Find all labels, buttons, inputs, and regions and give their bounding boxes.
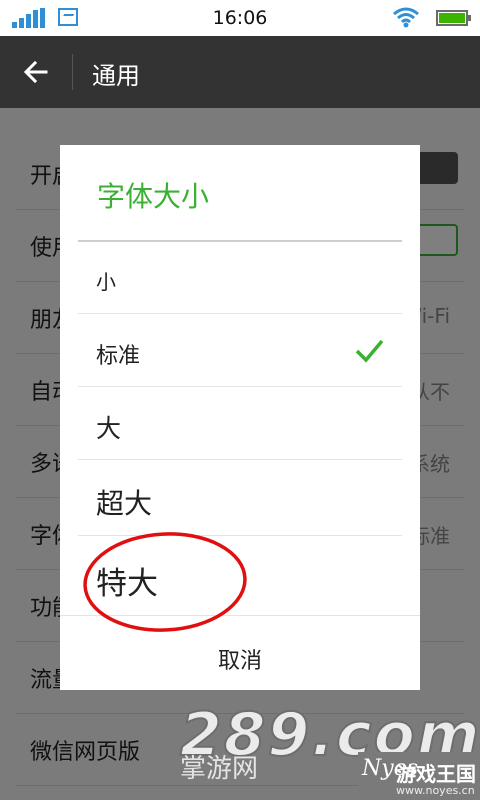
header-divider	[72, 54, 73, 90]
font-option-standard[interactable]: 标准	[78, 314, 402, 387]
watermark-site-cn: 掌游网	[180, 754, 259, 784]
font-option-small[interactable]: 小	[78, 242, 402, 314]
font-option-label: 标准	[96, 344, 141, 369]
back-arrow-icon[interactable]	[20, 56, 52, 88]
font-option-large[interactable]: 大	[78, 387, 402, 460]
watermark-badge-name: 游戏王国	[396, 762, 476, 786]
font-option-label: 小	[96, 270, 116, 294]
font-option-label: 大	[96, 414, 122, 443]
watermark-badge: Nyes 游戏王国 www.noyes.cn	[358, 752, 480, 800]
app-header: 通用	[0, 36, 480, 108]
status-bar: 16:06	[0, 0, 480, 36]
battery-icon	[436, 10, 471, 26]
font-option-extra-large[interactable]: 超大	[78, 460, 402, 536]
red-circle-annotation	[83, 532, 247, 632]
page-title: 通用	[92, 62, 140, 90]
checkmark-icon	[355, 339, 384, 363]
dialog-title: 字体大小	[97, 180, 210, 213]
font-option-label: 超大	[96, 487, 153, 520]
wifi-icon	[393, 7, 419, 28]
watermark-badge-url: www.noyes.cn	[396, 784, 475, 797]
